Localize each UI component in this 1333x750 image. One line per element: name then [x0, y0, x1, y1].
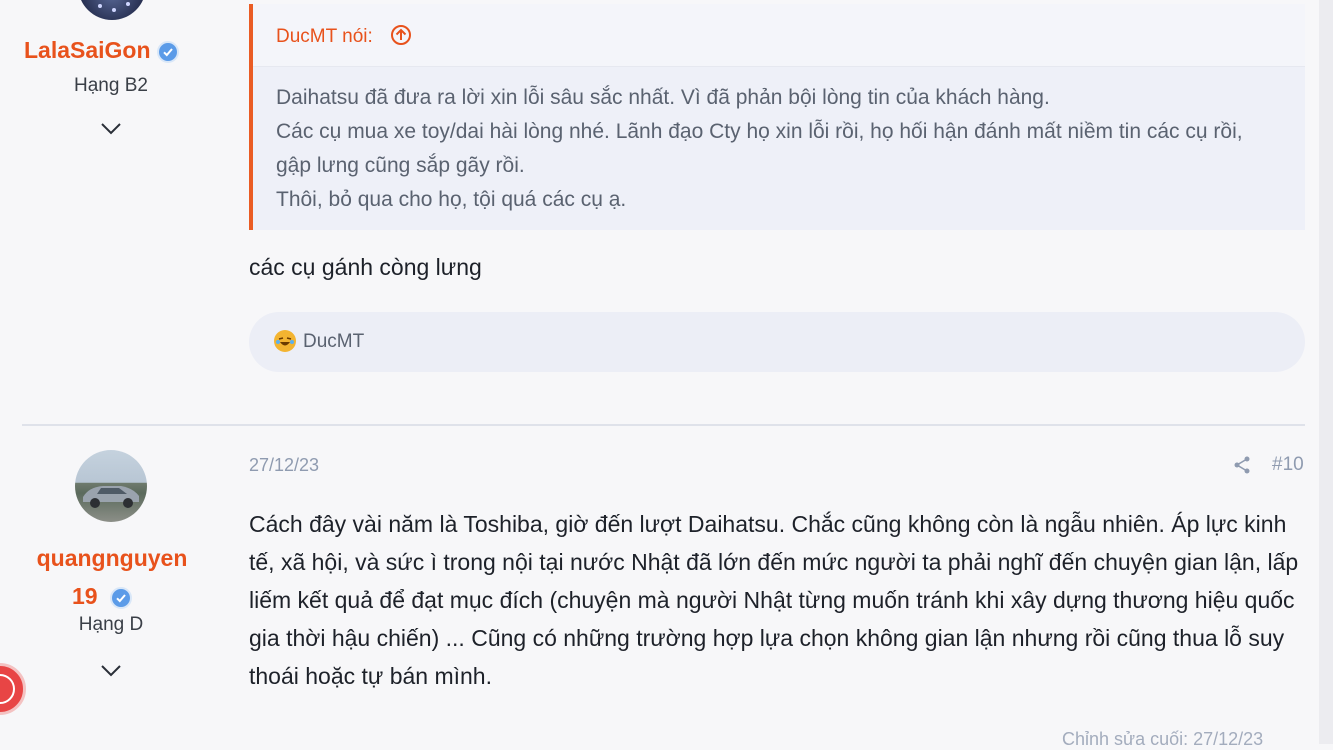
arrow-up-circle-icon[interactable]: [390, 24, 412, 51]
quote-line: Các cụ mua xe toy/dai hài lòng nhé. Lãnh…: [276, 120, 1243, 177]
notification-bell-icon[interactable]: [0, 663, 26, 715]
chevron-down-icon[interactable]: [100, 664, 122, 683]
reactions-bar[interactable]: DucMT: [249, 312, 1305, 372]
scrollbar-track[interactable]: [1319, 0, 1333, 744]
quote-line: Thôi, bỏ qua cho họ, tội quá các cụ ạ.: [276, 188, 627, 211]
post-author-username[interactable]: quangnguyen 19: [27, 539, 197, 615]
quote-content: Daihatsu đã đưa ra lời xin lỗi sâu sắc n…: [276, 81, 1281, 217]
post-message: Cách đây vài năm là Toshiba, giờ đến lượ…: [249, 511, 1299, 689]
user-rank: Hạng D: [78, 614, 144, 635]
username-text[interactable]: LalaSaiGon: [24, 37, 151, 63]
laughing-emoji-icon: [274, 330, 296, 352]
post-message: các cụ gánh còng lưng: [249, 254, 482, 280]
username-text[interactable]: 19: [72, 583, 98, 609]
quote-block: DucMT nói: Daihatsu đã đưa ra lời xin lỗ…: [249, 4, 1305, 230]
username-text[interactable]: quangnguyen: [27, 539, 197, 577]
verified-badge-icon: [109, 586, 132, 609]
post-number-link[interactable]: #10: [1272, 454, 1304, 476]
quote-header: DucMT nói:: [253, 4, 1305, 67]
quote-author[interactable]: DucMT nói:: [276, 26, 373, 48]
avatar[interactable]: [75, 450, 147, 522]
post-author-username[interactable]: LalaSaiGon: [24, 37, 179, 64]
chevron-down-icon[interactable]: [100, 122, 122, 141]
reaction-user-link[interactable]: DucMT: [303, 331, 364, 353]
verified-badge-icon: [156, 40, 179, 63]
avatar[interactable]: [78, 0, 146, 20]
post-divider: [22, 424, 1305, 426]
share-icon[interactable]: [1232, 455, 1252, 480]
post-date[interactable]: 27/12/23: [249, 455, 319, 476]
edited-note: Chỉnh sửa cuối: 27/12/23: [1062, 729, 1264, 749]
user-rank: Hạng B2: [74, 75, 148, 96]
quote-line: Daihatsu đã đưa ra lời xin lỗi sâu sắc n…: [276, 86, 1050, 109]
